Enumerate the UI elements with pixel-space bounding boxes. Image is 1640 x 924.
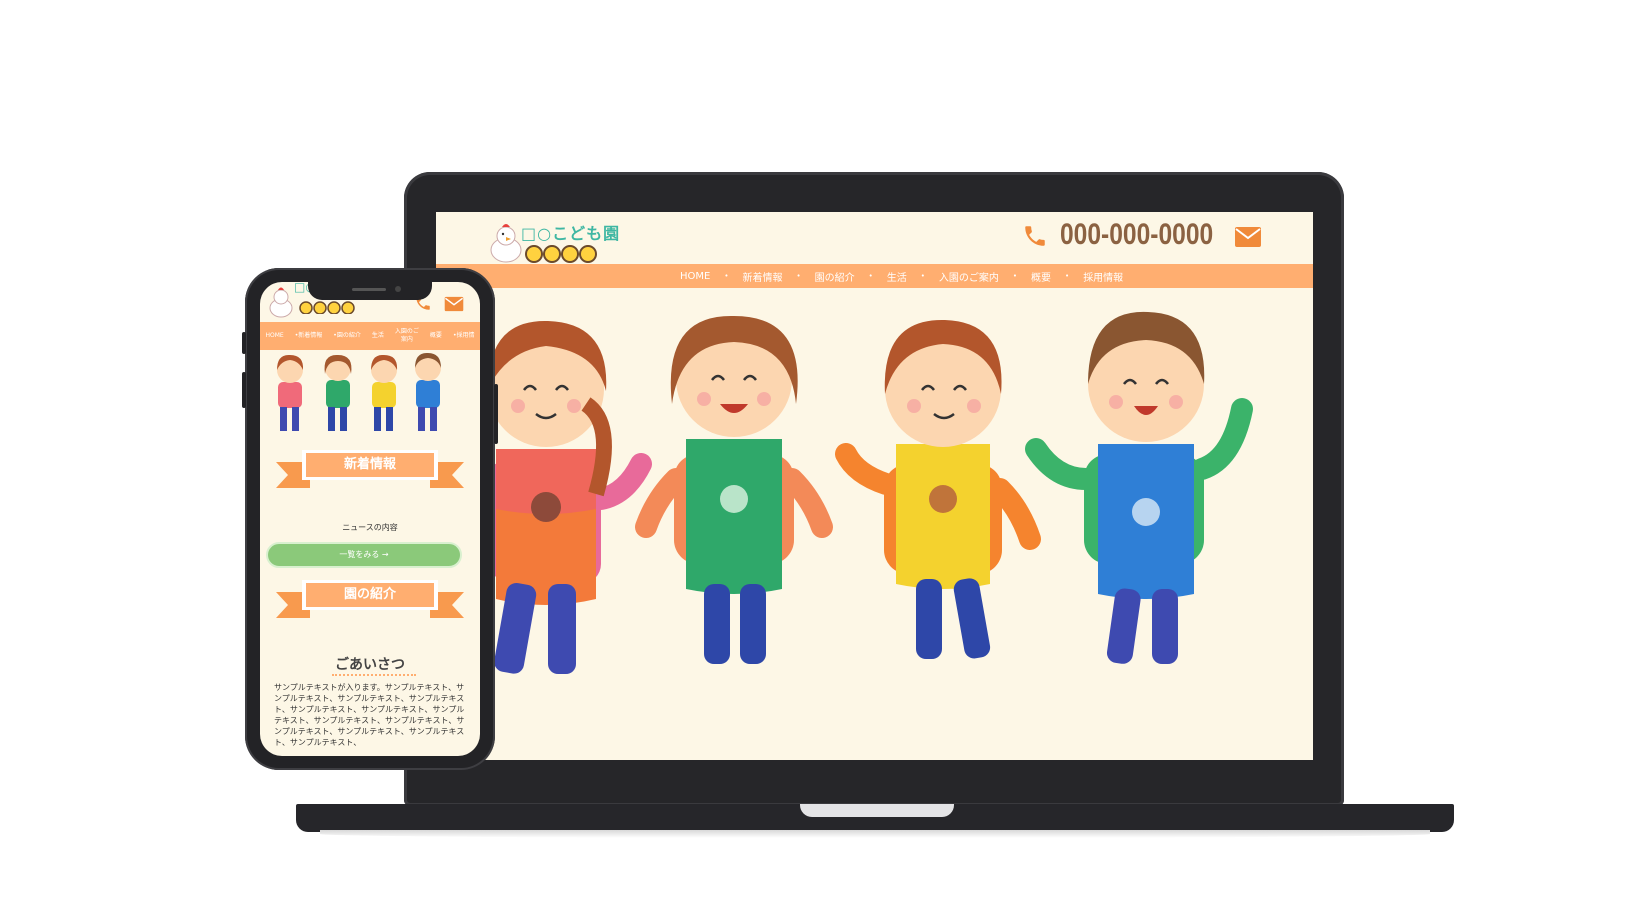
nav-item[interactable]: 生活 bbox=[873, 269, 921, 284]
logo-text: □○こども園 bbox=[521, 224, 621, 243]
hero-illustration bbox=[436, 311, 1253, 674]
nav-item[interactable]: 新着情報 bbox=[728, 269, 796, 284]
children-logo-icon bbox=[299, 301, 355, 314]
greeting-body: サンプルテキストが入ります。サンプルテキスト、サンプルテキスト、サンプルテキスト… bbox=[274, 683, 465, 747]
laptop-screen: □○こども園 000-000-0000 HOME • 新着情報 • 園の紹介 • 生活 • 入園… bbox=[436, 212, 1313, 760]
m-child-4 bbox=[415, 352, 441, 431]
phone-side-button bbox=[494, 384, 498, 444]
m-child-2 bbox=[324, 354, 352, 431]
m-main-nav: HOME •新着情報 •園の紹介 生活 入園のご 案内 概要 •採用情 bbox=[260, 322, 480, 350]
news-content[interactable]: ニュースの内容 bbox=[260, 522, 480, 533]
view-all-button[interactable]: 一覧をみる → bbox=[266, 542, 462, 568]
m-nav-item[interactable]: •採用情 bbox=[453, 332, 475, 340]
about-heading: 園の紹介 bbox=[343, 587, 396, 602]
header-phone-number[interactable]: 000-000-0000 bbox=[1060, 218, 1213, 252]
m-nav-item[interactable]: HOME bbox=[266, 332, 284, 340]
phone-screen: □○こども園 HOME•新着情報•園の紹介生活入園のご 案内概要•採用情 bbox=[260, 282, 480, 756]
site-header: □○こども園 000-000-0000 bbox=[436, 212, 1313, 264]
nav-item[interactable]: HOME bbox=[666, 271, 724, 282]
phone-speaker bbox=[352, 288, 386, 291]
m-nav-item[interactable]: 入園のご 案内 bbox=[395, 328, 419, 344]
phone-side-button bbox=[242, 332, 246, 354]
chick-mascot-icon bbox=[269, 287, 293, 318]
m-nav-item[interactable]: •新着情報 bbox=[295, 332, 323, 340]
laptop-trackpad-notch bbox=[800, 804, 954, 817]
nav-item[interactable]: 採用情報 bbox=[1069, 269, 1137, 284]
nav-item[interactable]: 入園のご案内 bbox=[925, 269, 1013, 284]
phone-side-button bbox=[242, 372, 246, 408]
site-logo[interactable]: □○こども園 bbox=[488, 220, 619, 266]
m-nav-item[interactable]: 生活 bbox=[372, 332, 384, 340]
m-child-3 bbox=[371, 354, 398, 431]
nav-item[interactable]: 園の紹介 bbox=[801, 269, 869, 284]
news-heading-ribbon: 新着情報 bbox=[276, 448, 464, 488]
phone-camera bbox=[395, 286, 401, 292]
child-illustration-4 bbox=[1025, 311, 1253, 664]
laptop-shadow bbox=[320, 830, 1430, 838]
children-logo-icon bbox=[525, 245, 597, 263]
greeting-underline bbox=[332, 674, 416, 676]
about-heading-ribbon: 園の紹介 bbox=[276, 578, 464, 618]
phone-icon[interactable] bbox=[1022, 222, 1048, 250]
mail-icon[interactable] bbox=[444, 296, 464, 312]
child-illustration-2 bbox=[635, 315, 833, 664]
nav-items: HOME • 新着情報 • 園の紹介 • 生活 • 入園のご案内 • 概要 • 採用情報 bbox=[666, 264, 1137, 288]
m-child-1 bbox=[277, 354, 304, 431]
m-nav-item[interactable]: 概要 bbox=[430, 332, 442, 340]
mail-icon[interactable] bbox=[1234, 226, 1262, 248]
nav-item[interactable]: 概要 bbox=[1017, 269, 1065, 284]
m-nav-item[interactable]: •園の紹介 bbox=[333, 332, 361, 340]
greeting-heading: ごあいさつ bbox=[335, 657, 405, 673]
main-nav: HOME • 新着情報 • 園の紹介 • 生活 • 入園のご案内 • 概要 • 採用情報 bbox=[436, 264, 1313, 288]
child-illustration-3 bbox=[835, 319, 1041, 659]
phone-notch bbox=[308, 282, 432, 300]
news-heading: 新着情報 bbox=[343, 457, 396, 472]
m-hero-illustration bbox=[277, 352, 441, 431]
